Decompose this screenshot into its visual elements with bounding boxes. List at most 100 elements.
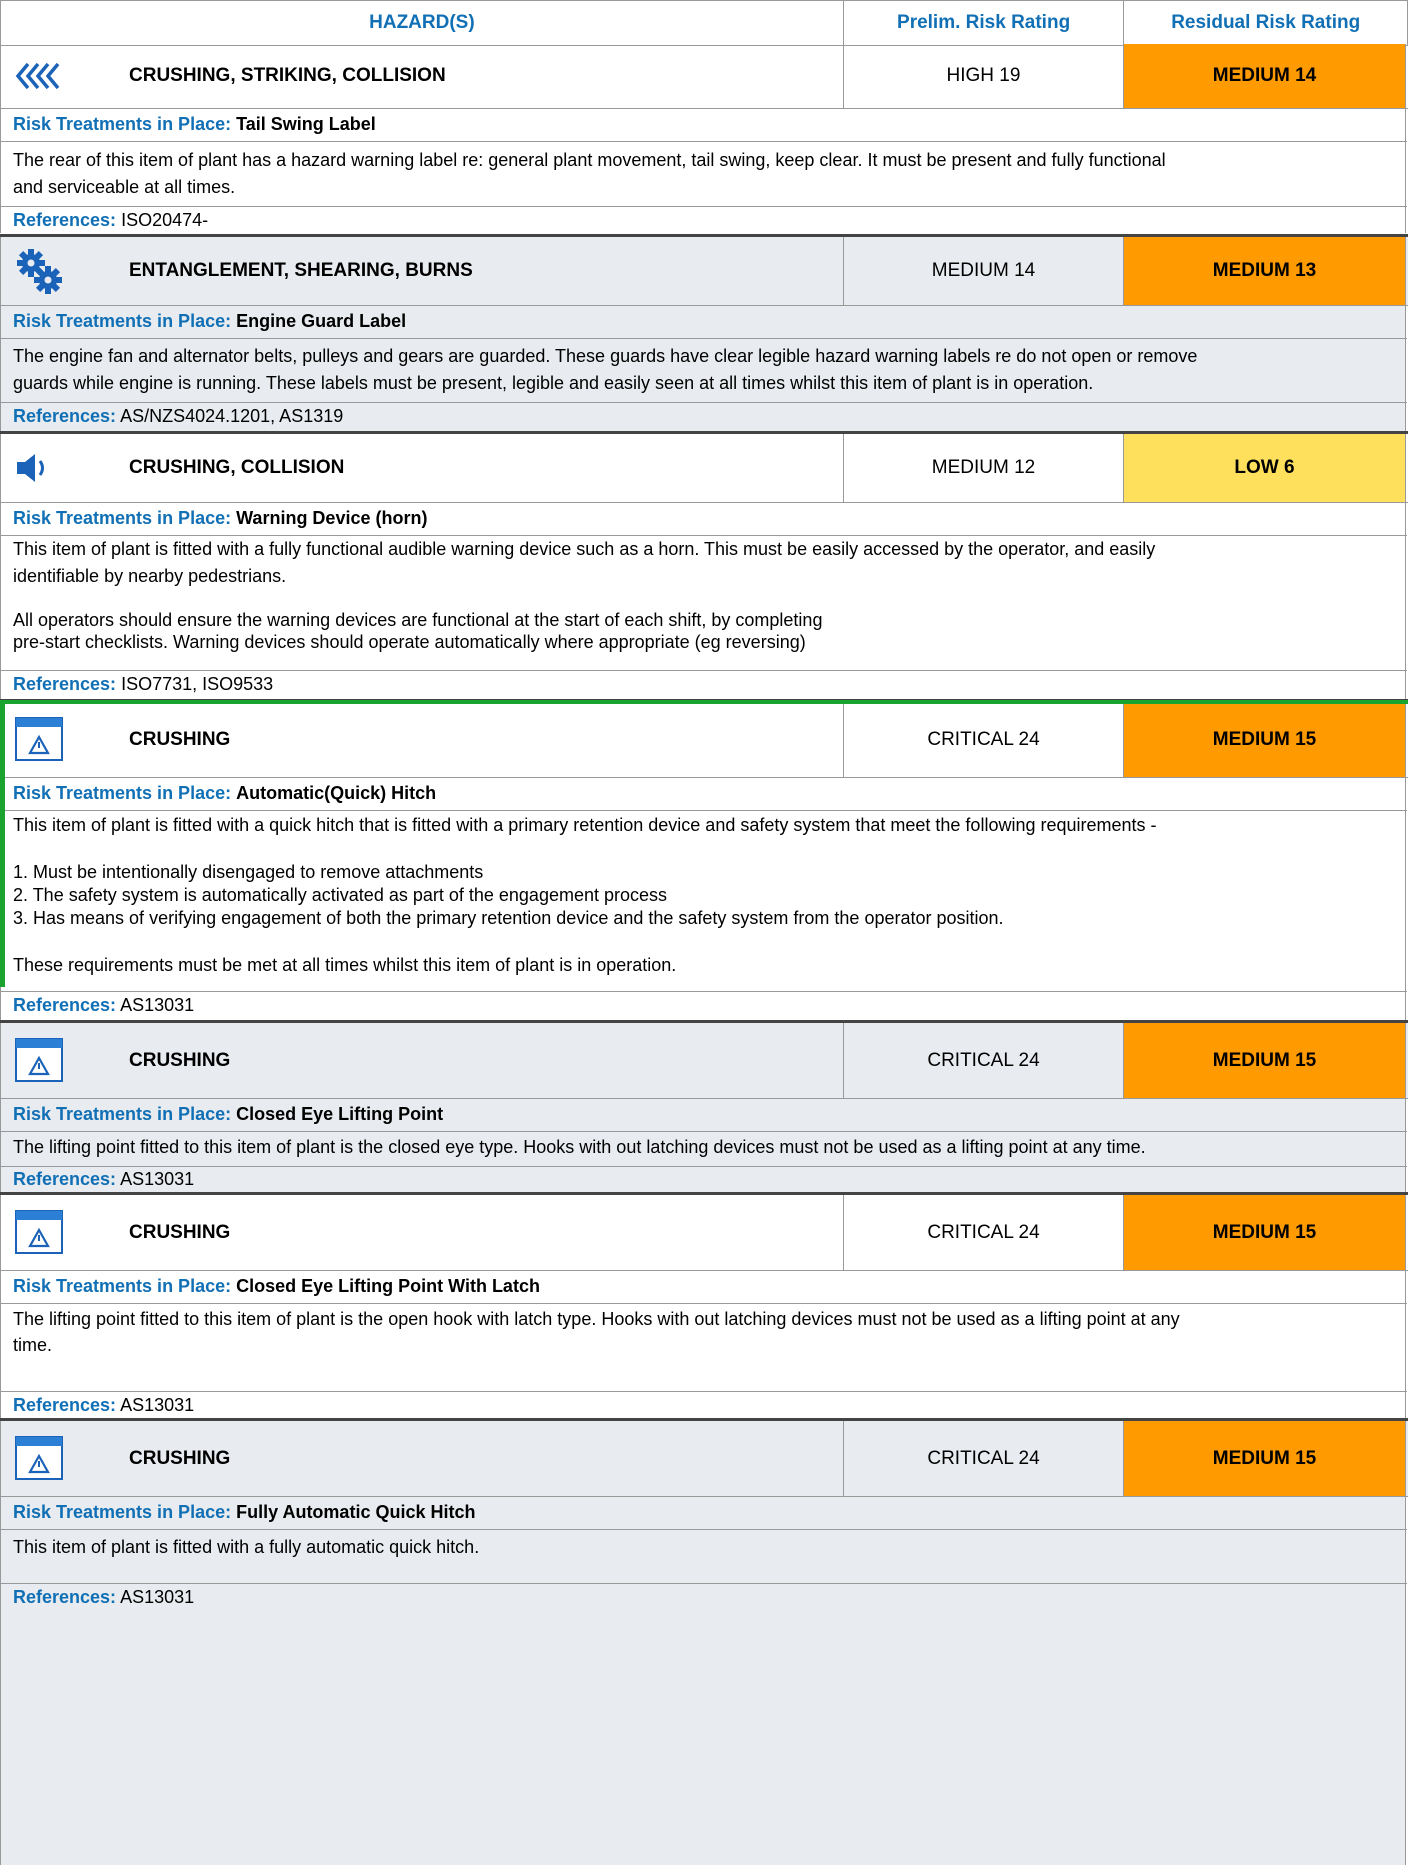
hazard-body: Risk Treatments in Place: Closed Eye Lif… bbox=[0, 1271, 1407, 1419]
treatment-label: Risk Treatments in Place: bbox=[13, 1502, 232, 1522]
references-value: ISO7731, ISO9533 bbox=[121, 674, 274, 694]
treatment-name: Automatic(Quick) Hitch bbox=[236, 783, 437, 803]
references-line: References: ISO7731, ISO9533 bbox=[13, 671, 1395, 698]
header-prelim-rating: Prelim. Risk Rating bbox=[842, 1, 1124, 45]
risk-assessment-table: HAZARD(S) Prelim. Risk Rating Residual R… bbox=[0, 0, 1408, 1865]
description-line: guards while engine is running. These la… bbox=[13, 373, 1094, 393]
references-value: AS/NZS4024.1201, AS1319 bbox=[120, 406, 344, 426]
references-label: References: bbox=[13, 1395, 117, 1415]
description-line: This item of plant is fitted with a full… bbox=[13, 539, 1156, 559]
prelim-rating: CRITICAL 24 bbox=[843, 1023, 1123, 1098]
speaker-icon bbox=[15, 451, 85, 485]
description-line: time. bbox=[13, 1335, 53, 1355]
treatment-line: Risk Treatments in Place: Closed Eye Lif… bbox=[13, 1101, 1395, 1128]
references-label: References: bbox=[13, 995, 117, 1015]
warning-window-icon bbox=[15, 1434, 85, 1484]
treatment-line: Risk Treatments in Place: Tail Swing Lab… bbox=[13, 111, 1395, 138]
residual-rating: MEDIUM 15 bbox=[1123, 1195, 1406, 1270]
header-residual-rating: Residual Risk Rating bbox=[1123, 1, 1408, 45]
hazard-body: Risk Treatments in Place: Fully Automati… bbox=[0, 1497, 1407, 1865]
warning-window-icon bbox=[15, 1208, 85, 1258]
prelim-rating: MEDIUM 12 bbox=[843, 434, 1123, 502]
references-value: AS13031 bbox=[120, 1395, 195, 1415]
hazard-cell: CRUSHING bbox=[0, 1023, 843, 1098]
treatment-label: Risk Treatments in Place: bbox=[13, 508, 232, 528]
treatment-label: Risk Treatments in Place: bbox=[13, 1104, 232, 1124]
treatment-line: Risk Treatments in Place: Closed Eye Lif… bbox=[13, 1273, 1395, 1300]
gears-icon bbox=[15, 247, 85, 295]
hazard-block-3: CRUSHING CRITICAL 24 MEDIUM 15 Risk Trea… bbox=[0, 702, 1408, 1020]
residual-rating: MEDIUM 15 bbox=[1123, 1023, 1406, 1098]
hazard-body: Risk Treatments in Place: Tail Swing Lab… bbox=[0, 109, 1407, 234]
references-line: References: ISO20474- bbox=[13, 207, 1395, 234]
description-line: pre-start checklists. Warning devices sh… bbox=[13, 632, 806, 652]
hazard-title: ENTANGLEMENT, SHEARING, BURNS bbox=[129, 260, 473, 281]
treatment-label: Risk Treatments in Place: bbox=[13, 114, 232, 134]
prelim-rating: MEDIUM 14 bbox=[843, 237, 1123, 305]
prelim-rating: HIGH 19 bbox=[843, 44, 1123, 108]
references-line: References: AS13031 bbox=[13, 1166, 1395, 1193]
residual-rating: MEDIUM 15 bbox=[1123, 702, 1406, 777]
hazard-block-6: CRUSHING CRITICAL 24 MEDIUM 15 Risk Trea… bbox=[0, 1421, 1408, 1865]
prelim-rating: CRITICAL 24 bbox=[843, 1421, 1123, 1496]
hazard-title: CRUSHING, COLLISION bbox=[129, 457, 345, 478]
table-header: HAZARD(S) Prelim. Risk Rating Residual R… bbox=[0, 0, 1408, 46]
description-line: The engine fan and alternator belts, pul… bbox=[13, 346, 1198, 366]
description-line: This item of plant is fitted with a quic… bbox=[13, 815, 1157, 835]
hazard-cell: CRUSHING, STRIKING, COLLISION bbox=[0, 44, 843, 108]
treatment-name: Closed Eye Lifting Point With Latch bbox=[236, 1276, 540, 1296]
prelim-rating: CRITICAL 24 bbox=[843, 702, 1123, 777]
warning-window-icon bbox=[15, 715, 85, 765]
hazard-block-5: CRUSHING CRITICAL 24 MEDIUM 15 Risk Trea… bbox=[0, 1195, 1408, 1418]
hazard-title: CRUSHING bbox=[129, 1447, 231, 1469]
description-line: The rear of this item of plant has a haz… bbox=[13, 150, 1166, 170]
prelim-rating: CRITICAL 24 bbox=[843, 1195, 1123, 1270]
references-value: AS13031 bbox=[120, 1169, 195, 1189]
hazard-block-0: CRUSHING, STRIKING, COLLISION HIGH 19 ME… bbox=[0, 44, 1408, 233]
treatment-name: Closed Eye Lifting Point bbox=[236, 1104, 444, 1124]
treatment-name: Engine Guard Label bbox=[236, 311, 407, 331]
hazard-cell: CRUSHING, COLLISION bbox=[0, 434, 843, 502]
description-line: and serviceable at all times. bbox=[13, 177, 236, 197]
treatment-name: Warning Device (horn) bbox=[236, 508, 428, 528]
hazard-cell: CRUSHING bbox=[0, 702, 843, 777]
residual-rating: LOW 6 bbox=[1123, 434, 1406, 502]
references-value: ISO20474- bbox=[121, 210, 209, 230]
references-line: References: AS13031 bbox=[13, 1392, 1395, 1419]
hazard-body: Risk Treatments in Place: Closed Eye Lif… bbox=[0, 1099, 1407, 1193]
hazard-title: CRUSHING bbox=[129, 1049, 231, 1071]
references-line: References: AS13031 bbox=[13, 1584, 1395, 1611]
references-line: References: AS/NZS4024.1201, AS1319 bbox=[13, 403, 1395, 430]
treatment-label: Risk Treatments in Place: bbox=[13, 783, 232, 803]
references-label: References: bbox=[13, 674, 117, 694]
residual-rating: MEDIUM 15 bbox=[1123, 1421, 1406, 1496]
hazard-cell: CRUSHING bbox=[0, 1195, 843, 1270]
hazard-cell: ENTANGLEMENT, SHEARING, BURNS bbox=[0, 237, 843, 305]
description-line: identifiable by nearby pedestrians. bbox=[13, 566, 287, 586]
chevrons-left-icon bbox=[15, 61, 85, 91]
warning-window-icon bbox=[15, 1036, 85, 1086]
residual-rating: MEDIUM 14 bbox=[1123, 44, 1406, 108]
treatment-line: Risk Treatments in Place: Warning Device… bbox=[13, 505, 1395, 532]
treatment-label: Risk Treatments in Place: bbox=[13, 311, 232, 331]
hazard-title: CRUSHING, STRIKING, COLLISION bbox=[129, 65, 446, 86]
description-line: The lifting point fitted to this item of… bbox=[13, 1309, 1180, 1329]
treatment-name: Fully Automatic Quick Hitch bbox=[236, 1502, 476, 1522]
description-line: The lifting point fitted to this item of… bbox=[13, 1137, 1146, 1157]
description-line: These requirements must be met at all ti… bbox=[13, 955, 677, 975]
hazard-title: CRUSHING bbox=[129, 1221, 231, 1243]
residual-rating: MEDIUM 13 bbox=[1123, 237, 1406, 305]
description-line: This item of plant is fitted with a full… bbox=[13, 1537, 480, 1557]
treatment-line: Risk Treatments in Place: Automatic(Quic… bbox=[13, 780, 1395, 807]
references-label: References: bbox=[13, 1587, 117, 1607]
hazard-body: Risk Treatments in Place: Engine Guard L… bbox=[0, 306, 1407, 431]
hazard-body: Risk Treatments in Place: Warning Device… bbox=[0, 503, 1407, 699]
references-label: References: bbox=[13, 406, 117, 426]
treatment-label: Risk Treatments in Place: bbox=[13, 1276, 232, 1296]
hazard-title: CRUSHING bbox=[129, 728, 231, 750]
references-value: AS13031 bbox=[120, 1587, 195, 1607]
treatment-name: Tail Swing Label bbox=[236, 114, 376, 134]
description-line: 3. Has means of verifying engagement of … bbox=[13, 908, 1004, 928]
treatment-line: Risk Treatments in Place: Fully Automati… bbox=[13, 1499, 1395, 1526]
hazard-cell: CRUSHING bbox=[0, 1421, 843, 1496]
